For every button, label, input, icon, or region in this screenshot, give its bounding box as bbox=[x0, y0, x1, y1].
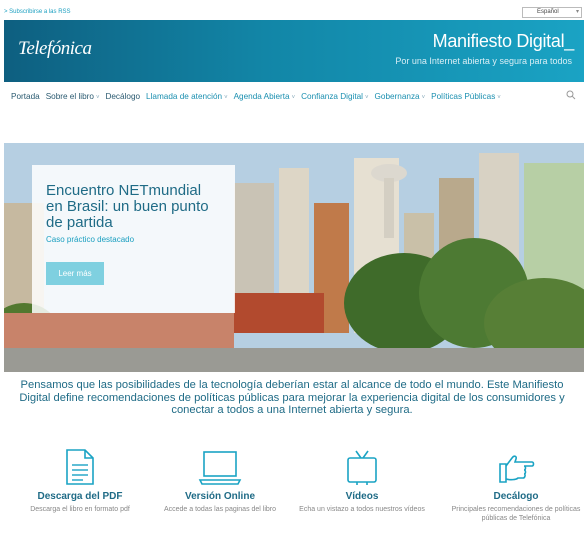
nav-item-confianza[interactable]: Confianza Digital ˅ bbox=[301, 92, 368, 101]
feature-pdf[interactable]: Descarga del PDF Descarga el libro en fo… bbox=[10, 448, 150, 515]
hero-card: Encuentro NETmundial en Brasil: un buen … bbox=[32, 165, 235, 313]
language-select[interactable]: Español ▾ bbox=[522, 7, 582, 18]
pointing-hand-icon bbox=[499, 455, 535, 483]
laptop-icon bbox=[198, 451, 242, 485]
feature-videos[interactable]: Vídeos Echa un vistazo a todos nuestros … bbox=[292, 448, 432, 515]
nav-item-politicas[interactable]: Políticas Públicas ˅ bbox=[431, 92, 501, 101]
nav-item-agenda[interactable]: Agenda Abierta ˅ bbox=[234, 92, 296, 101]
site-subtitle: Por una Internet abierta y segura para t… bbox=[395, 56, 572, 66]
site-title: Manifiesto Digital_ bbox=[432, 31, 575, 51]
document-icon bbox=[66, 449, 94, 485]
nav-item-portada[interactable]: Portada bbox=[11, 92, 40, 101]
nav-item-llamada[interactable]: Llamada de atención ˅ bbox=[146, 92, 228, 101]
features-row: Descarga del PDF Descarga el libro en fo… bbox=[0, 448, 584, 541]
feature-title[interactable]: Vídeos bbox=[292, 491, 432, 502]
telefonica-logo[interactable]: Telefónica bbox=[18, 38, 92, 60]
feature-online[interactable]: Versión Online Accede a todas las pagina… bbox=[150, 448, 290, 515]
nav-item-decalogo[interactable]: Decálogo bbox=[105, 92, 140, 101]
chevron-down-icon: ˅ bbox=[421, 94, 426, 101]
language-selected-value: Español bbox=[537, 9, 559, 15]
hero-banner: Encuentro NETmundial en Brasil: un buen … bbox=[4, 143, 584, 372]
top-bar: > Subscribirse a las RSS Español ▾ bbox=[0, 0, 584, 20]
feature-title[interactable]: Decálogo bbox=[446, 491, 584, 502]
chevron-down-icon: ˅ bbox=[365, 94, 369, 101]
feature-title[interactable]: Versión Online bbox=[150, 491, 290, 502]
main-nav: Portada Sobre el libro ˅ Decálogo Llamada… bbox=[0, 82, 584, 110]
read-more-button[interactable]: Leer más bbox=[46, 262, 104, 285]
chevron-down-icon: ˅ bbox=[497, 94, 501, 101]
feature-desc: Descarga el libro en formato pdf bbox=[30, 506, 130, 513]
rss-subscribe-link[interactable]: > Subscribirse a las RSS bbox=[4, 9, 71, 15]
feature-decalogo[interactable]: Decálogo Principales recomendaciones de … bbox=[446, 448, 584, 523]
intro-text: Pensamos que las posibilidades de la tec… bbox=[19, 379, 565, 416]
feature-title[interactable]: Descarga del PDF bbox=[10, 491, 150, 502]
feature-desc: Echa un vistazo a todos nuestros vídeos bbox=[299, 506, 425, 513]
nav-item-sobre-el-libro[interactable]: Sobre el libro ˅ bbox=[46, 92, 100, 101]
search-icon[interactable] bbox=[566, 90, 576, 100]
site-header: Telefónica Manifiesto Digital_ Por una I… bbox=[4, 20, 584, 82]
chevron-down-icon: ▾ bbox=[575, 9, 579, 15]
chevron-down-icon: ˅ bbox=[95, 94, 100, 101]
hero-subtitle[interactable]: Caso práctico destacado bbox=[46, 235, 221, 244]
chevron-down-icon: ˅ bbox=[224, 94, 228, 101]
hero-title[interactable]: Encuentro NETmundial en Brasil: un buen … bbox=[46, 183, 221, 231]
chevron-down-icon: ˅ bbox=[291, 94, 296, 101]
tv-icon bbox=[347, 450, 377, 485]
nav-item-gobernanza[interactable]: Gobernanza ˅ bbox=[375, 92, 426, 101]
feature-desc: Principales recomendaciones de políticas… bbox=[451, 506, 581, 522]
feature-desc: Accede a todas las paginas del libro bbox=[163, 506, 277, 513]
